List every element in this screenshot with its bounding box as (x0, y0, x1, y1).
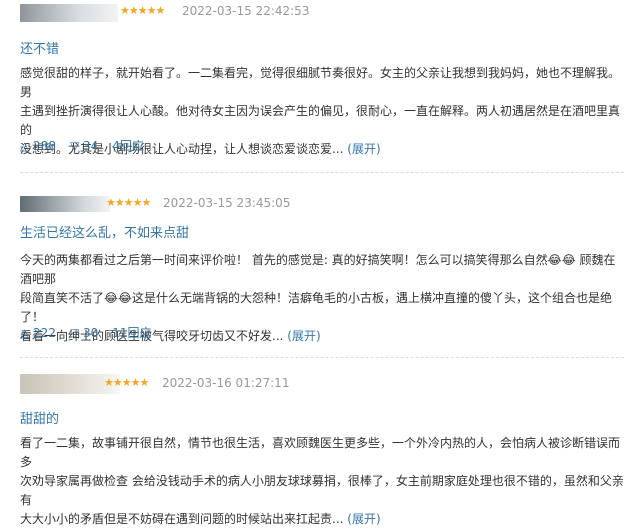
avatar[interactable] (20, 196, 110, 212)
review-text-line: 今天的两集都看过之后第一时间来评价啦！ 首先的感觉是: 真的好搞笑啊！怎么可以搞… (20, 253, 616, 286)
avatar[interactable] (20, 4, 118, 22)
review-actions: △ 222 ▽ 30 11回应 (20, 324, 152, 341)
review-text-line: 看了一二集，故事铺开很自然，情节也很生活，喜欢顾魏医生更多些，一个外冷内热的人，… (20, 436, 621, 469)
rating-stars: ★★★★★ (104, 376, 149, 389)
review-title[interactable]: 还不错 (20, 38, 59, 57)
review-timestamp: 2022-03-15 23:45:05 (163, 196, 291, 210)
review-item: ★★★★★ 2022-03-16 01:27:11 甜甜的 看了一二集，故事铺开… (0, 372, 641, 526)
review-text-line: 段简直笑不活了😂😂这是什么无端背锅的大怨种！洁癖龟毛的小古板，遇上横冲直撞的傻丫… (20, 291, 613, 324)
divider (20, 357, 624, 358)
review-item: ★★★★★ 2022-03-15 23:45:05 生活已经这么乱，不如来点甜 … (0, 192, 641, 352)
divider (20, 172, 624, 173)
upvote-button[interactable]: △ 288 (20, 139, 56, 153)
replies-link[interactable]: 4回应 (112, 137, 144, 154)
downvote-button[interactable]: ▽ 34 (70, 139, 98, 153)
review-title[interactable]: 生活已经这么乱，不如来点甜 (20, 222, 189, 241)
review-actions: △ 288 ▽ 34 4回应 (20, 137, 144, 154)
review-text-line: 感觉很甜的样子，就开始看了。一二集看完，觉得很细腻节奏很好。女主的父亲让我想到我… (20, 66, 621, 99)
downvote-button[interactable]: ▽ 30 (70, 326, 98, 340)
rating-stars: ★★★★★ (120, 4, 165, 17)
review-item: ★★★★★ 2022-03-15 22:42:53 还不错 感觉很甜的样子，就开… (0, 0, 641, 170)
review-text-line: 主遇到挫折演得很让人心酸。他对待女主因为误会产生的偏见，很耐心，一直在解释。两人… (20, 104, 621, 137)
review-text-line: 次劝导家属再做检查 会给没钱动手术的病人小朋友球球募捐，很棒了，女主前期家庭处理… (20, 474, 624, 507)
rating-stars: ★★★★★ (106, 196, 151, 209)
expand-link[interactable]: (展开) (347, 142, 380, 156)
review-title[interactable]: 甜甜的 (20, 408, 59, 427)
upvote-button[interactable]: △ 222 (20, 326, 56, 340)
expand-link[interactable]: (展开) (287, 329, 320, 343)
expand-link[interactable]: (展开) (347, 512, 380, 526)
review-timestamp: 2022-03-16 01:27:11 (162, 376, 290, 390)
review-text-line: 大大小小的矛盾但是不妨碍在遇到问题的时候站出来扛起责... (展开) (20, 512, 381, 526)
replies-link[interactable]: 11回应 (112, 324, 151, 341)
review-timestamp: 2022-03-15 22:42:53 (182, 4, 310, 18)
review-body: 看了一二集，故事铺开很自然，情节也很生活，喜欢顾魏医生更多些，一个外冷内热的人，… (20, 434, 624, 529)
